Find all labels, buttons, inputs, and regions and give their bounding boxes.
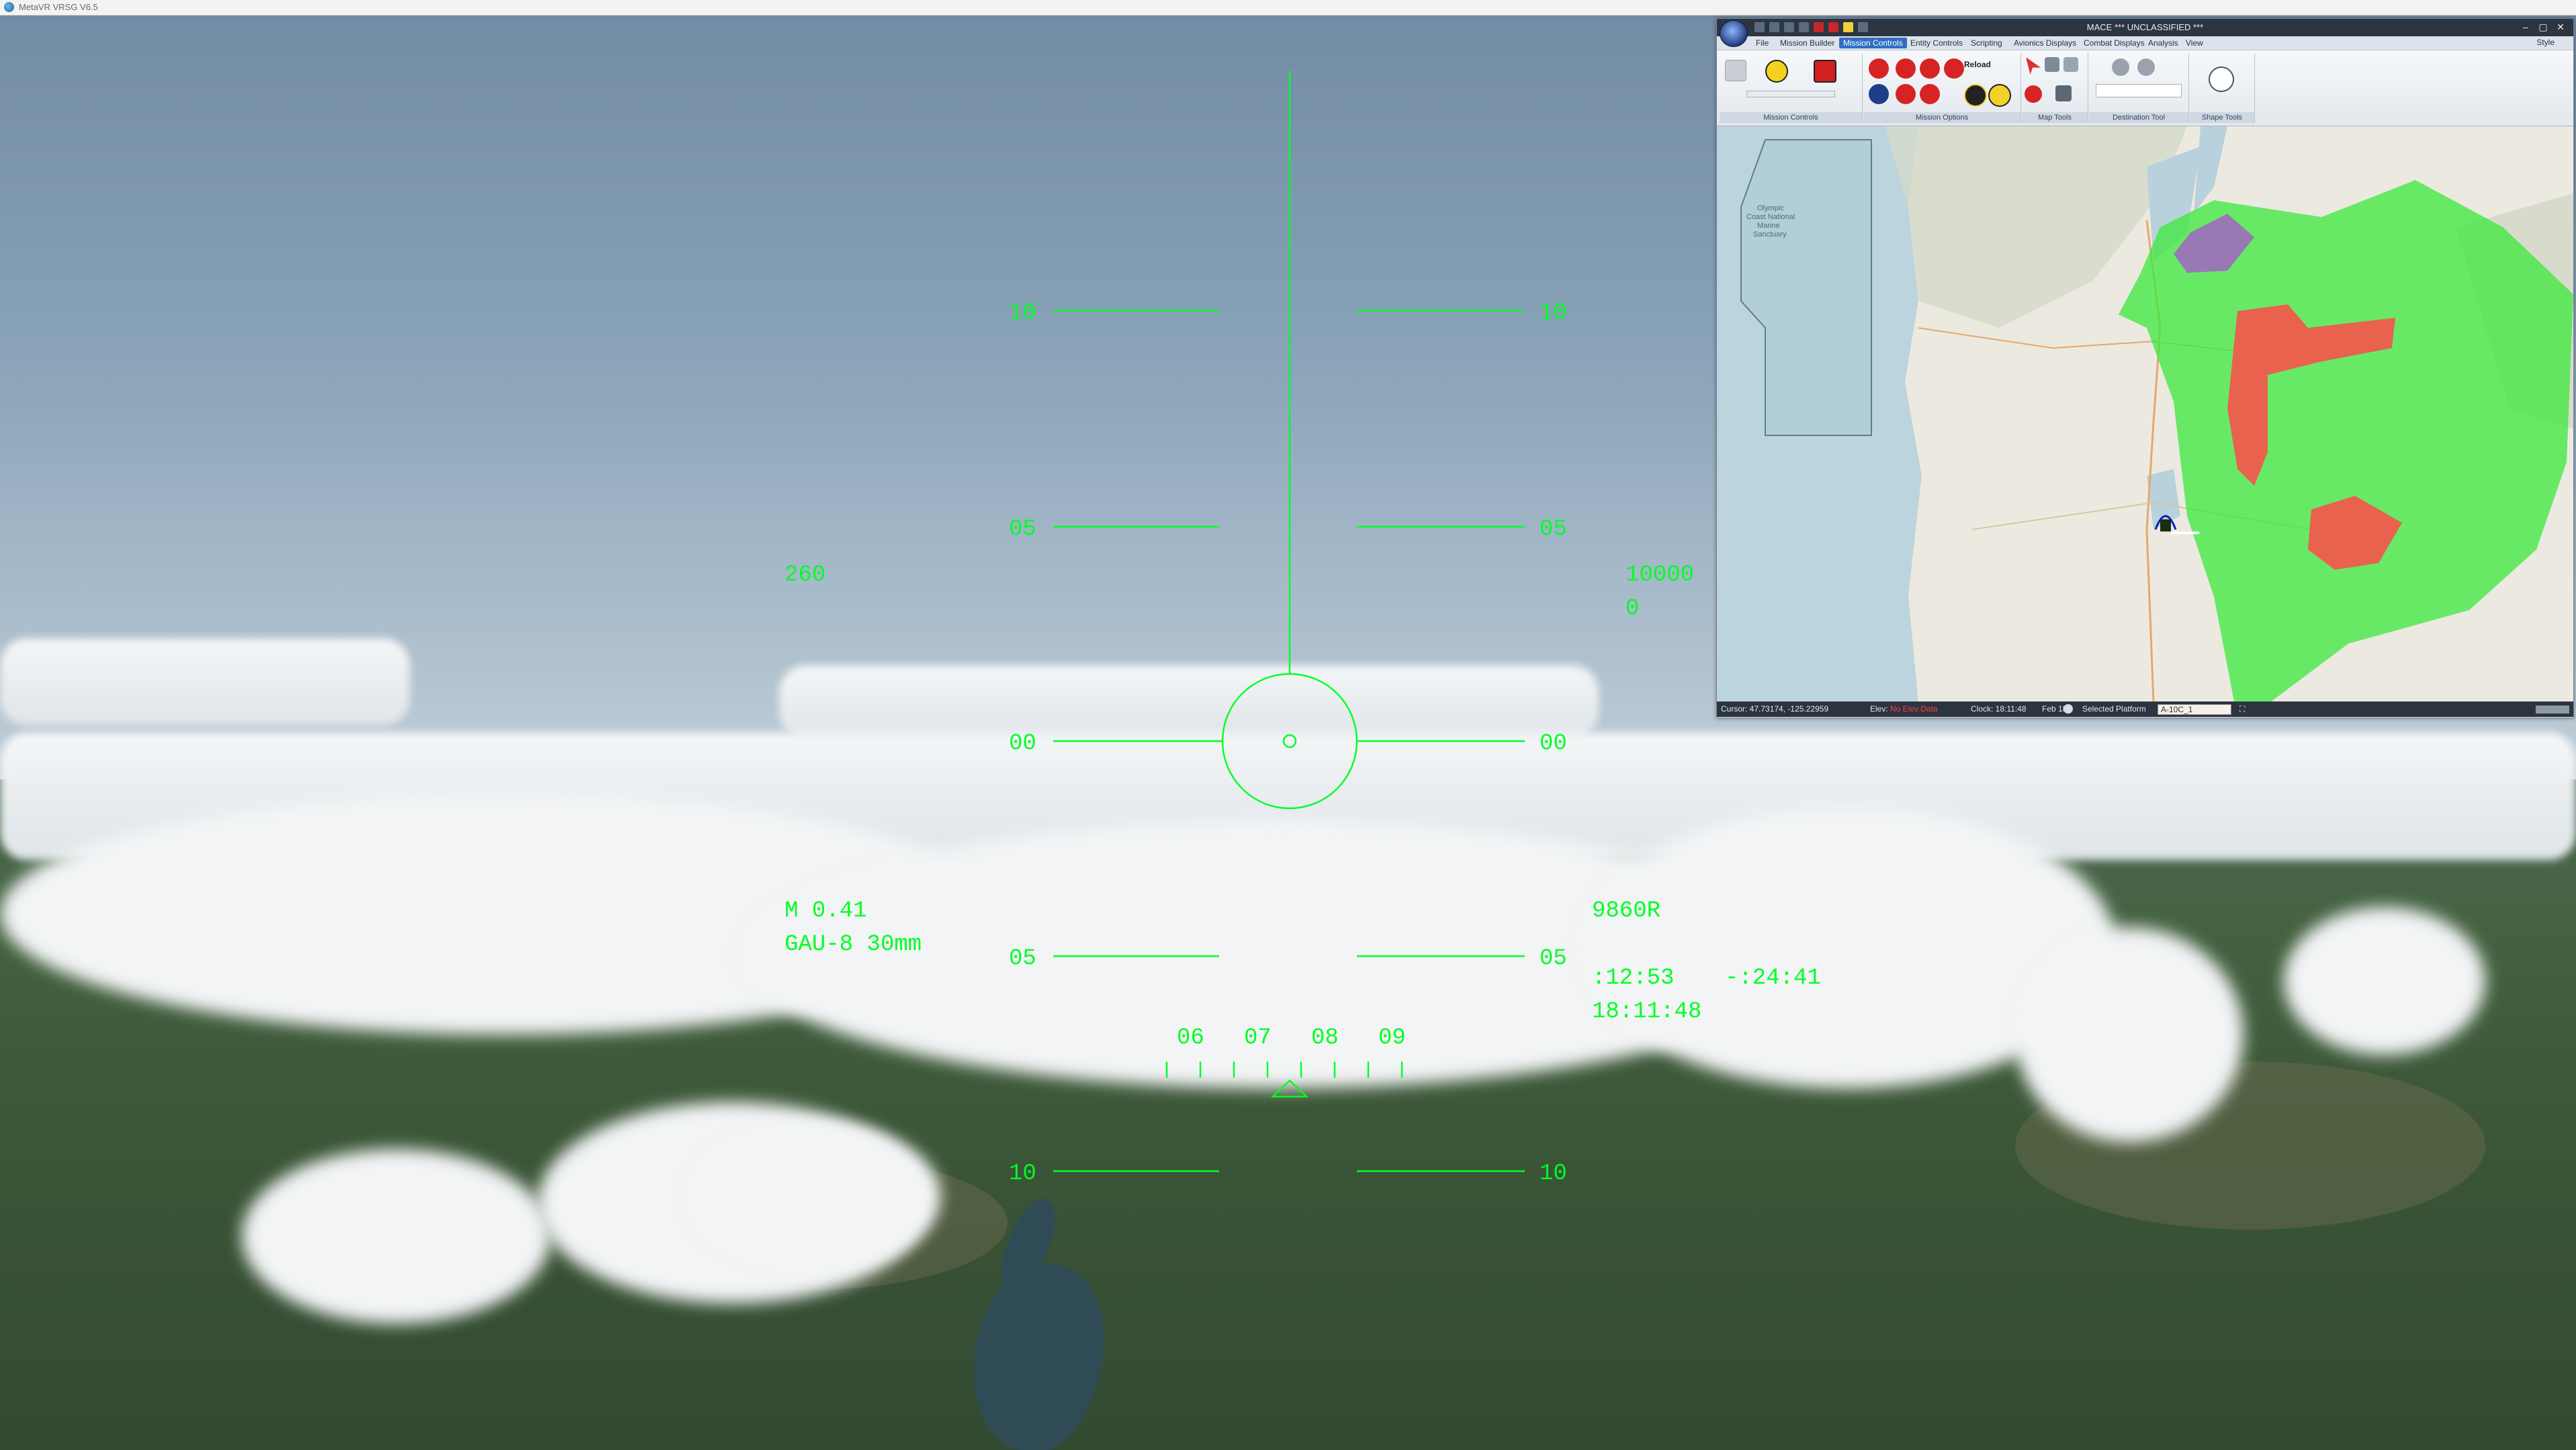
- reload-label[interactable]: Reload: [1964, 60, 1991, 69]
- ribbon-group-mission-options: Reload Mission Options: [1863, 53, 2021, 123]
- menu-avionics-displays[interactable]: Avionics Displays: [2010, 38, 2080, 48]
- play-button[interactable]: [1725, 60, 1746, 81]
- menu-mission-builder[interactable]: Mission Builder: [1776, 38, 1838, 48]
- minimize-icon[interactable]: –: [2518, 21, 2533, 33]
- ribbon-group-label: Map Tools: [2022, 112, 2088, 123]
- cloud: [242, 1149, 551, 1324]
- elevation-value: No Elev Data: [1890, 704, 1938, 714]
- mace-window[interactable]: MACE *** UNCLASSIFIED *** – ▢ ✕ File Mis…: [1716, 18, 2574, 718]
- destination-dropdown[interactable]: [2096, 84, 2182, 97]
- bullseye-icon[interactable]: [2025, 85, 2042, 103]
- menu-combat-displays[interactable]: Combat Displays: [2080, 38, 2149, 48]
- tactical-map[interactable]: Olympic Coast National Marine Sanctuary: [1717, 126, 2573, 701]
- status-scroll[interactable]: [2536, 706, 2569, 714]
- app-title: MetaVR VRSG V6.5: [19, 2, 98, 12]
- cloud: [2284, 907, 2485, 1055]
- ribbon-group-shape-tools: Shape Tools: [2190, 53, 2255, 123]
- ribbon-group-mission-controls: Mission Controls: [1720, 53, 1863, 123]
- ribbon-group-destination-tool: Destination Tool: [2089, 53, 2189, 123]
- cloud: [779, 665, 1599, 739]
- elevation-label: Elev:: [1870, 704, 1888, 714]
- mace-window-title: MACE *** UNCLASSIFIED ***: [2086, 22, 2204, 32]
- cursor-coordinates: Cursor: 47.73174, -125.22959: [1721, 704, 1829, 714]
- crosshair-icon[interactable]: [2055, 85, 2072, 101]
- menu-view[interactable]: View: [2182, 38, 2207, 48]
- ownship-icon[interactable]: [2160, 519, 2171, 531]
- clock-icon: [2063, 704, 2073, 714]
- destination-add-icon[interactable]: [2112, 58, 2129, 76]
- menu-scripting[interactable]: Scripting: [1967, 38, 2006, 48]
- selected-platform-label: Selected Platform: [2082, 704, 2146, 714]
- no-weapons-icon[interactable]: [1896, 84, 1916, 104]
- ownship-vector: [2171, 531, 2199, 534]
- sim-speed-slider[interactable]: [1746, 91, 1835, 97]
- ribbon-group-label: Destination Tool: [2089, 112, 2188, 123]
- cloud: [685, 1122, 940, 1270]
- sim-clock: Clock: 18:11:48: [1971, 704, 2027, 714]
- maximize-icon[interactable]: ▢: [2536, 21, 2550, 33]
- style-menu[interactable]: Style: [2536, 38, 2555, 47]
- pan-hand-icon[interactable]: [2063, 57, 2078, 72]
- ribbon-group-label: Mission Controls: [1720, 112, 1862, 123]
- mace-title-bar[interactable]: MACE *** UNCLASSIFIED *** – ▢ ✕: [1717, 19, 2573, 47]
- cloud: [0, 638, 410, 726]
- menu-mission-controls[interactable]: Mission Controls: [1839, 38, 1907, 48]
- mace-menu-bar: File Mission Builder Mission Controls En…: [1717, 36, 2573, 50]
- destination-remove-icon[interactable]: [2137, 58, 2155, 76]
- menu-entity-controls[interactable]: Entity Controls: [1906, 38, 1967, 48]
- app-title-bar[interactable]: MetaVR VRSG V6.5: [0, 0, 2576, 15]
- menu-analysis[interactable]: Analysis: [2144, 38, 2182, 48]
- cloud: [2015, 927, 2244, 1142]
- stop-button[interactable]: [1814, 60, 1836, 83]
- mace-status-bar: Cursor: 47.73174, -125.22959 Elev: No El…: [1717, 701, 2573, 717]
- kill-icon[interactable]: [1869, 58, 1889, 79]
- weapons-tight-icon[interactable]: [1988, 84, 2011, 107]
- map-canvas[interactable]: Olympic Coast National Marine Sanctuary: [1717, 126, 2573, 701]
- mace-logo-icon[interactable]: [1720, 20, 1748, 47]
- selected-platform-field[interactable]: A-10C_1: [2158, 704, 2231, 715]
- shape-tool-icon[interactable]: [2209, 67, 2234, 92]
- weapons-hold-icon[interactable]: [1964, 84, 1987, 107]
- ribbon-group-label: Shape Tools: [2190, 112, 2254, 123]
- no-damage-icon[interactable]: [1920, 58, 1940, 79]
- ribbon-group-label: Mission Options: [1863, 112, 2020, 123]
- app-icon: [4, 2, 14, 12]
- reset-icon[interactable]: [1869, 84, 1889, 104]
- ribbon-group-map-tools: Map Tools: [2022, 53, 2088, 123]
- menu-file[interactable]: File: [1752, 38, 1773, 48]
- expand-icon[interactable]: ⛶: [2239, 704, 2245, 714]
- no-emission-icon[interactable]: [1920, 84, 1940, 104]
- mace-ribbon: Mission Controls Reload Mission Options …: [1717, 50, 2573, 126]
- select-cursor-icon[interactable]: [2026, 57, 2041, 75]
- freeze-icon[interactable]: [1944, 58, 1964, 79]
- measure-icon[interactable]: [2045, 57, 2059, 72]
- no-fire-icon[interactable]: [1896, 58, 1916, 79]
- pause-button[interactable]: [1765, 60, 1788, 83]
- close-icon[interactable]: ✕: [2553, 21, 2568, 33]
